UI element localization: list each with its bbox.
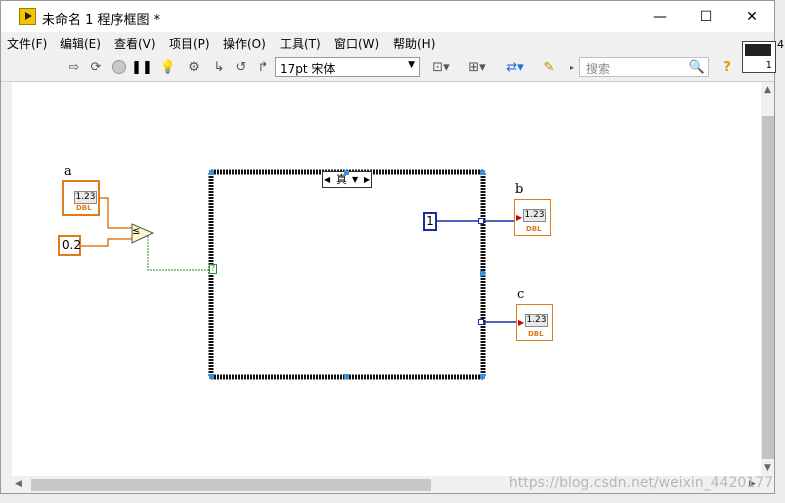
indicator-b-label: b xyxy=(515,182,524,197)
input-a-terminal[interactable]: 1.23 DBL xyxy=(62,180,100,216)
case-dropdown-icon[interactable]: ▼ xyxy=(352,172,358,187)
resize-handle[interactable] xyxy=(480,271,485,276)
watermark: https://blog.csdn.net/weixin_4420177 xyxy=(508,475,773,491)
resize-handle[interactable] xyxy=(344,374,349,379)
resize-handle[interactable] xyxy=(344,170,349,175)
indicator-b-type: DBL xyxy=(526,225,542,233)
case-prev-icon[interactable]: ◀ xyxy=(324,172,330,187)
input-a-type: DBL xyxy=(76,204,92,212)
resize-handle[interactable] xyxy=(480,170,485,175)
diagram-wires xyxy=(81,169,516,380)
case-constant-1[interactable]: 1 xyxy=(423,212,437,231)
indicator-b-terminal[interactable]: ▶ 1.23 DBL xyxy=(514,199,551,236)
indicator-c-type: DBL xyxy=(528,330,544,338)
less-or-equal-node[interactable]: ≤ xyxy=(132,226,140,237)
indicator-c-arrow-icon: ▶ xyxy=(518,318,525,327)
indicator-c-terminal[interactable]: ▶ 1.23 DBL xyxy=(516,304,553,341)
indicator-b-display: 1.23 xyxy=(523,209,546,222)
resize-handle[interactable] xyxy=(209,170,214,175)
indicator-c-display: 1.23 xyxy=(525,314,548,327)
input-a-label: a xyxy=(64,164,72,179)
output-tunnel-c[interactable] xyxy=(478,319,484,325)
resize-handle[interactable] xyxy=(209,374,214,379)
case-next-icon[interactable]: ▶ xyxy=(364,172,370,187)
constant-0-2[interactable]: 0.2 xyxy=(58,235,81,256)
input-a-display: 1.23 xyxy=(74,191,97,204)
output-tunnel-b[interactable] xyxy=(478,218,484,224)
case-selector-terminal[interactable]: ? xyxy=(209,264,217,274)
indicator-b-arrow-icon: ▶ xyxy=(516,213,523,222)
indicator-c-label: c xyxy=(517,287,525,302)
resize-handle[interactable] xyxy=(480,374,485,379)
